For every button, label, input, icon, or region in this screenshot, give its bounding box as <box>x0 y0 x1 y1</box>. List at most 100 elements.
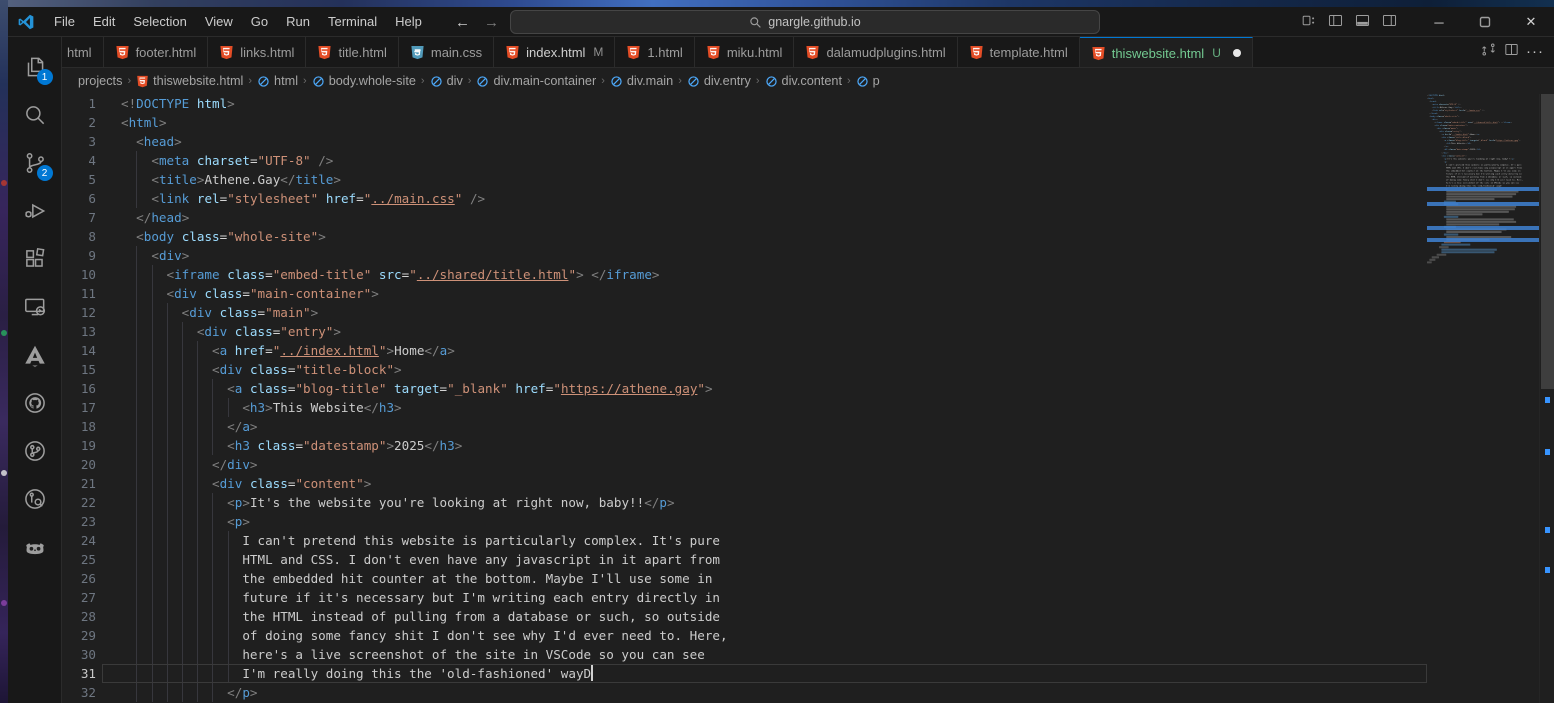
line-number[interactable]: 19 <box>62 436 96 455</box>
activity-bar-commit-graph-button[interactable] <box>13 475 57 523</box>
editor-line-16[interactable]: 16 <a class="blog-title" target="_blank"… <box>62 379 1427 398</box>
menu-item-terminal[interactable]: Terminal <box>319 10 386 33</box>
editor-line-6[interactable]: 6 <link rel="stylesheet" href="../main.c… <box>62 189 1427 208</box>
editor-tab-index.html[interactable]: index.htmlM <box>494 37 615 67</box>
scrollbar-thumb[interactable] <box>1541 94 1554 389</box>
line-number[interactable]: 13 <box>62 322 96 341</box>
editor-line-2[interactable]: 2<html> <box>62 113 1427 132</box>
activity-bar-remote-explorer-button[interactable] <box>13 283 57 331</box>
editor-line-32[interactable]: 32 </p> <box>62 683 1427 702</box>
editor-line-24[interactable]: 24 I can't pretend this website is parti… <box>62 531 1427 550</box>
line-number[interactable]: 21 <box>62 474 96 493</box>
line-number[interactable]: 7 <box>62 208 96 227</box>
line-number[interactable]: 26 <box>62 569 96 588</box>
line-number[interactable]: 12 <box>62 303 96 322</box>
line-number[interactable]: 22 <box>62 493 96 512</box>
line-number[interactable]: 2 <box>62 113 96 132</box>
editor-tab-links.html[interactable]: links.html <box>208 37 306 67</box>
dirty-indicator-dot[interactable] <box>1233 49 1241 57</box>
line-number[interactable]: 14 <box>62 341 96 360</box>
menu-item-selection[interactable]: Selection <box>124 10 195 33</box>
activity-bar-explorer-button[interactable]: 1 <box>13 43 57 91</box>
editor-tab-html[interactable]: html <box>62 37 104 67</box>
line-number[interactable]: 28 <box>62 607 96 626</box>
breadcrumb-item[interactable]: projects <box>78 74 122 88</box>
editor-line-22[interactable]: 22 <p>It's the website you're looking at… <box>62 493 1427 512</box>
editor-line-9[interactable]: 9 <div> <box>62 246 1427 265</box>
line-number[interactable]: 30 <box>62 645 96 664</box>
breadcrumb-item[interactable]: html <box>257 74 298 88</box>
breadcrumb-item[interactable]: body.whole-site <box>312 74 416 88</box>
line-number[interactable]: 9 <box>62 246 96 265</box>
activity-bar-godot-tools-button[interactable] <box>13 523 57 571</box>
command-center-search[interactable]: gnargle.github.io <box>510 10 1100 34</box>
editor-line-14[interactable]: 14 <a href="../index.html">Home</a> <box>62 341 1427 360</box>
activity-bar-run-debug-button[interactable] <box>13 187 57 235</box>
line-number[interactable]: 10 <box>62 265 96 284</box>
line-number[interactable]: 17 <box>62 398 96 417</box>
toggle-secondary-sidebar-button[interactable] <box>1381 12 1398 32</box>
line-number[interactable]: 15 <box>62 360 96 379</box>
editor-tab-title.html[interactable]: title.html <box>306 37 398 67</box>
menu-item-run[interactable]: Run <box>277 10 319 33</box>
line-number[interactable]: 8 <box>62 227 96 246</box>
toggle-primary-sidebar-button[interactable] <box>1327 12 1344 32</box>
line-number[interactable]: 29 <box>62 626 96 645</box>
breadcrumb-item[interactable]: p <box>856 74 880 88</box>
editor-line-1[interactable]: 1<!DOCTYPE html> <box>62 94 1427 113</box>
minimize-button[interactable]: ─ <box>1416 7 1462 37</box>
editor-line-18[interactable]: 18 </a> <box>62 417 1427 436</box>
editor-line-12[interactable]: 12 <div class="main"> <box>62 303 1427 322</box>
menu-item-go[interactable]: Go <box>242 10 277 33</box>
line-number[interactable]: 27 <box>62 588 96 607</box>
editor-line-20[interactable]: 20 </div> <box>62 455 1427 474</box>
editor-tab-miku.html[interactable]: miku.html <box>695 37 795 67</box>
maximize-button[interactable] <box>1462 7 1508 37</box>
editor-line-31[interactable]: 31 I'm really doing this the 'old-fashio… <box>62 664 1427 683</box>
editor-line-19[interactable]: 19 <h3 class="datestamp">2025</h3> <box>62 436 1427 455</box>
customize-layout-button[interactable] <box>1300 12 1317 32</box>
editor-line-11[interactable]: 11 <div class="main-container"> <box>62 284 1427 303</box>
editor-line-28[interactable]: 28 the HTML instead of pulling from a da… <box>62 607 1427 626</box>
activity-bar-triangle-a-extension-button[interactable] <box>13 331 57 379</box>
line-number[interactable]: 16 <box>62 379 96 398</box>
menu-item-edit[interactable]: Edit <box>84 10 124 33</box>
breadcrumb-item[interactable]: thiswebsite.html <box>136 74 243 88</box>
line-number[interactable]: 5 <box>62 170 96 189</box>
activity-bar-github-button[interactable] <box>13 379 57 427</box>
editor-line-29[interactable]: 29 of doing some fancy shit I don't see … <box>62 626 1427 645</box>
split-editor-button[interactable] <box>1503 41 1520 63</box>
editor-line-23[interactable]: 23 <p> <box>62 512 1427 531</box>
close-button[interactable]: ✕ <box>1508 7 1554 37</box>
editor-line-30[interactable]: 30 here's a live screenshot of the site … <box>62 645 1427 664</box>
line-number[interactable]: 4 <box>62 151 96 170</box>
line-number[interactable]: 3 <box>62 132 96 151</box>
breadcrumb-item[interactable]: div.main-container <box>476 74 596 88</box>
toggle-panel-button[interactable] <box>1354 12 1371 32</box>
editor-line-8[interactable]: 8 <body class="whole-site"> <box>62 227 1427 246</box>
breadcrumb-item[interactable]: div.main <box>610 74 673 88</box>
editor-tab-main.css[interactable]: main.css <box>399 37 494 67</box>
editor-scrollbar[interactable] <box>1539 94 1554 703</box>
editor-line-25[interactable]: 25 HTML and CSS. I don't even have any j… <box>62 550 1427 569</box>
code-editor[interactable]: 1<!DOCTYPE html>2<html>3 <head>4 <meta c… <box>62 94 1554 703</box>
menu-item-help[interactable]: Help <box>386 10 431 33</box>
more-actions-button[interactable]: ··· <box>1526 43 1544 61</box>
line-number[interactable]: 6 <box>62 189 96 208</box>
line-number[interactable]: 32 <box>62 683 96 702</box>
editor-line-3[interactable]: 3 <head> <box>62 132 1427 151</box>
editor-tab-1.html[interactable]: 1.html <box>615 37 694 67</box>
editor-tab-thiswebsite.html[interactable]: thiswebsite.htmlU <box>1080 37 1253 67</box>
editor-line-5[interactable]: 5 <title>Athene.Gay</title> <box>62 170 1427 189</box>
line-number[interactable]: 23 <box>62 512 96 531</box>
editor-line-4[interactable]: 4 <meta charset="UTF-8" /> <box>62 151 1427 170</box>
editor-tab-dalamudplugins.html[interactable]: dalamudplugins.html <box>794 37 957 67</box>
breadcrumb-item[interactable]: div <box>430 74 463 88</box>
activity-bar-source-control-button[interactable]: 2 <box>13 139 57 187</box>
editor-tab-footer.html[interactable]: footer.html <box>104 37 209 67</box>
minimap[interactable]: <!DOCTYPE html><html> <head> <meta chars… <box>1427 94 1539 703</box>
editor-line-7[interactable]: 7 </head> <box>62 208 1427 227</box>
editor-line-21[interactable]: 21 <div class="content"> <box>62 474 1427 493</box>
line-number[interactable]: 20 <box>62 455 96 474</box>
open-changes-button[interactable] <box>1480 41 1497 63</box>
